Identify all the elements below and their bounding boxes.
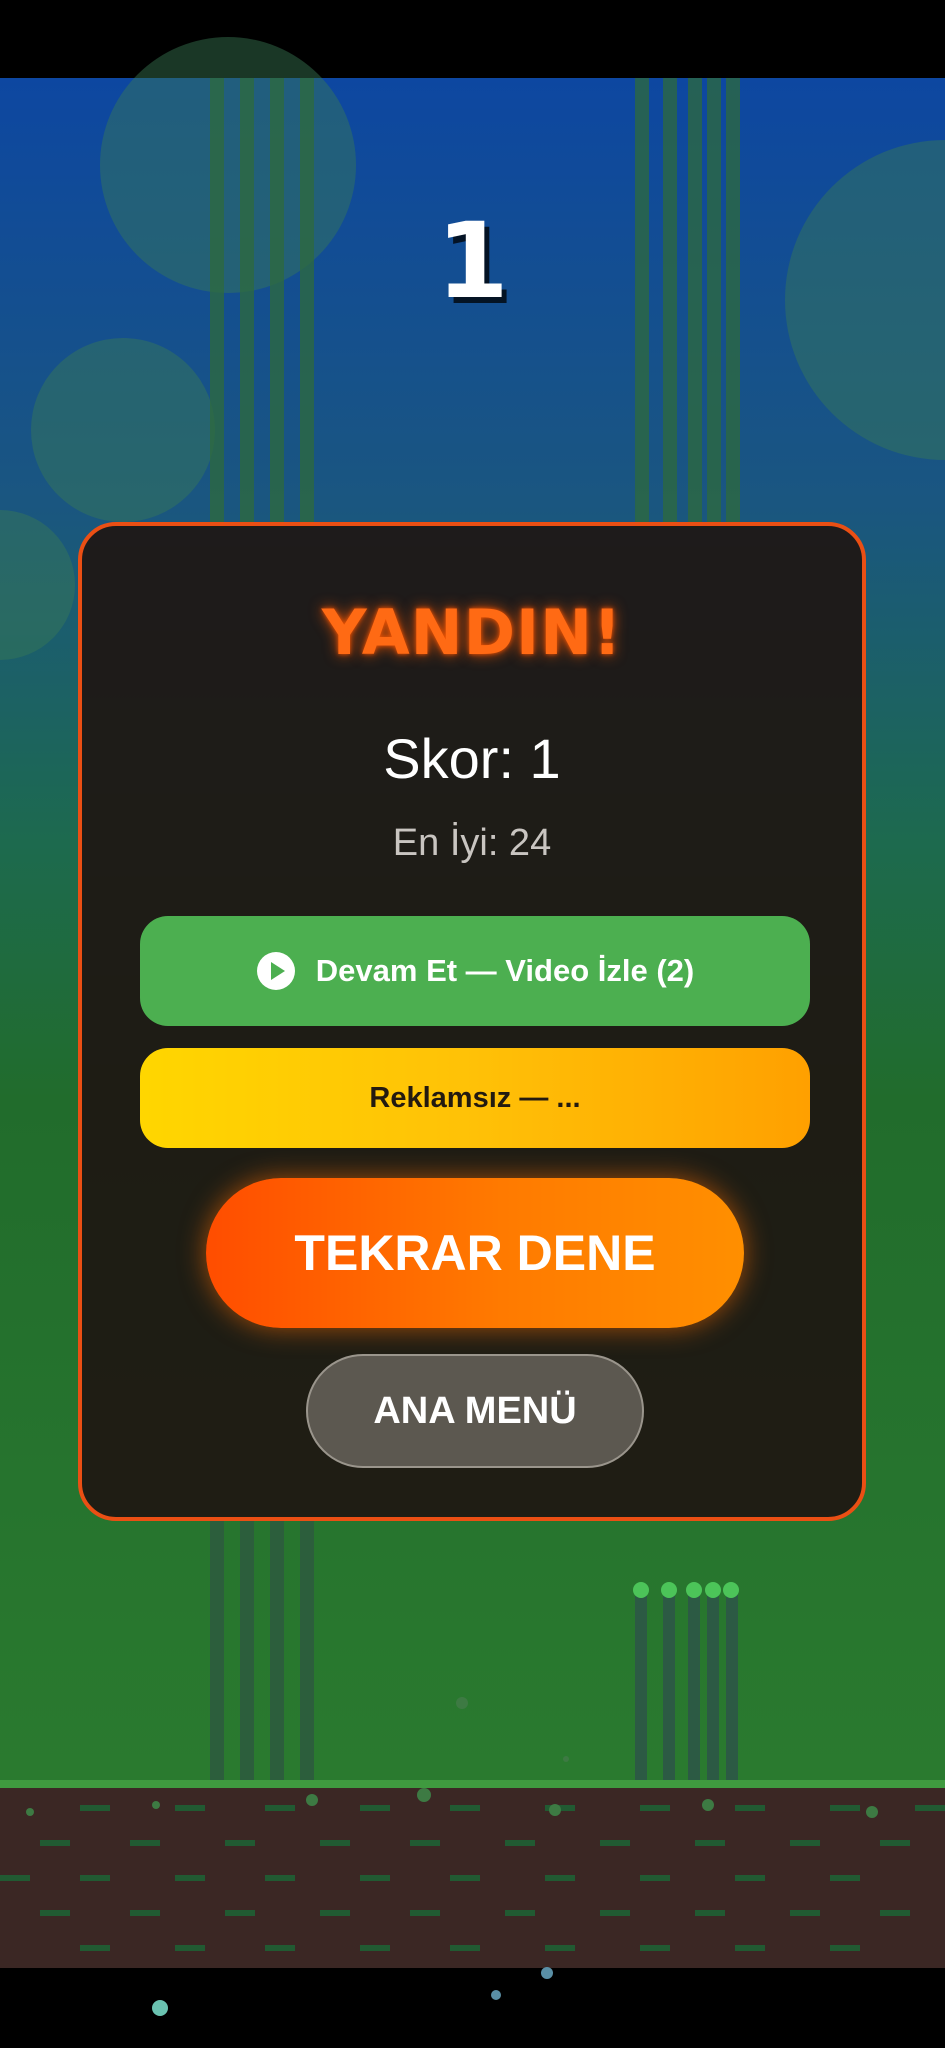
- continue-watch-video-button[interactable]: Devam Et — Video İzle (2): [140, 916, 810, 1026]
- retry-button-label: TEKRAR DENE: [294, 1225, 656, 1281]
- score-text: Skor: 1: [383, 727, 561, 790]
- play-circle-icon: [256, 952, 295, 990]
- game-over-dialog: YANDIN! Skor: 1 En İyi: 24 Devam Et — Vi…: [78, 522, 866, 1521]
- game-over-title: YANDIN!: [321, 596, 623, 669]
- navigation-bar: [0, 1968, 945, 2048]
- continue-button-label: Devam Et — Video İzle (2): [315, 953, 695, 988]
- remove-ads-button-label: Reklamsız — ...: [369, 1081, 581, 1114]
- retry-button[interactable]: TEKRAR DENE: [206, 1178, 744, 1328]
- main-menu-button[interactable]: ANA MENÜ: [306, 1354, 644, 1468]
- hud-score: 1: [436, 200, 509, 322]
- best-score-text: En İyi: 24: [392, 822, 552, 864]
- main-menu-button-label: ANA MENÜ: [373, 1389, 577, 1432]
- remove-ads-button[interactable]: Reklamsız — ...: [140, 1048, 810, 1148]
- status-bar: [0, 0, 945, 78]
